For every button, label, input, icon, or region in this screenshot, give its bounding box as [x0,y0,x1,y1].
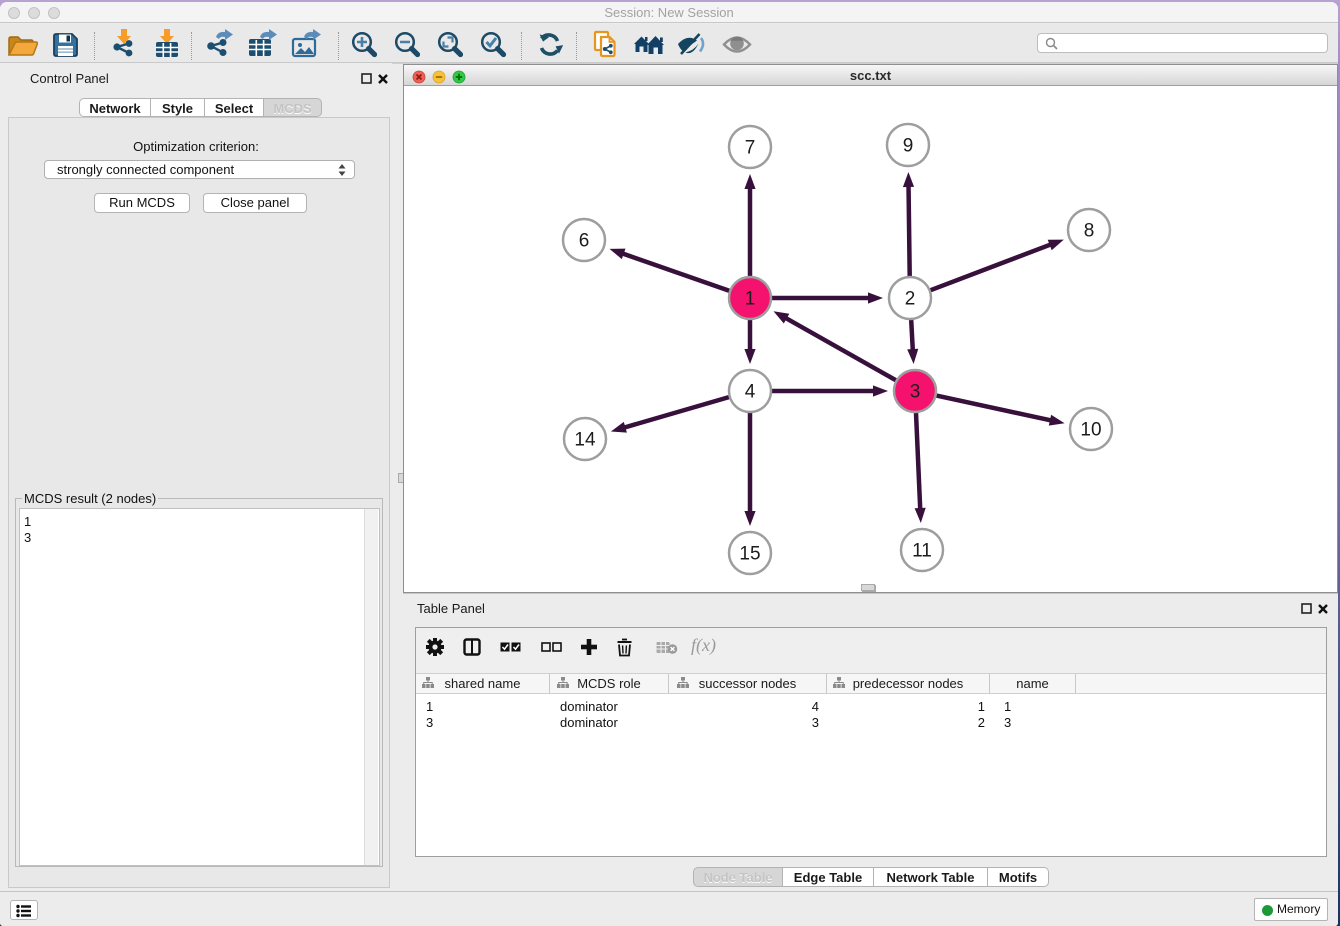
svg-text:2: 2 [905,289,916,310]
svg-text:3: 3 [910,382,921,403]
svg-text:14: 14 [574,430,596,451]
svg-text:11: 11 [912,541,932,562]
svg-text:8: 8 [1084,221,1095,242]
svg-text:9: 9 [903,136,914,157]
svg-text:1: 1 [745,289,756,310]
svg-text:6: 6 [579,231,590,252]
svg-text:10: 10 [1080,420,1101,441]
svg-text:15: 15 [739,544,760,565]
svg-text:4: 4 [745,382,756,403]
svg-text:7: 7 [745,138,756,159]
